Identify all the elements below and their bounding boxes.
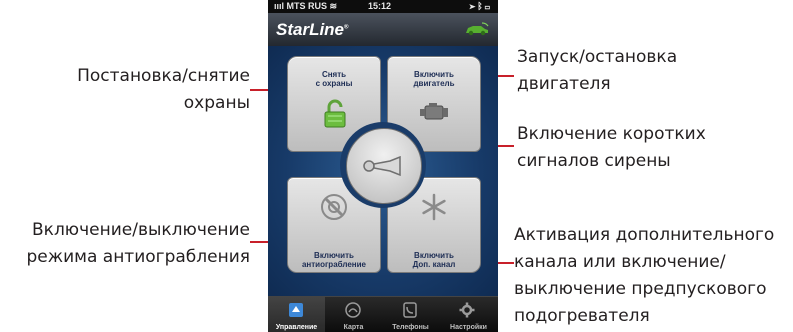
callout-engine: Запуск/остановка двигателя — [517, 47, 678, 94]
control-tab-icon — [289, 303, 303, 317]
status-icons: ➤ᛒ▭ — [470, 1, 492, 11]
engine-icon — [420, 103, 448, 120]
car-status-icon[interactable] — [464, 22, 490, 36]
horn-icon — [363, 156, 401, 176]
antirobbery-icon — [321, 194, 347, 220]
map-tab-icon — [345, 302, 361, 318]
starline-logo: StarLine® — [276, 20, 349, 39]
callout-siren: Включение коротких сигналов сирены — [517, 124, 706, 171]
phone-tab-icon — [403, 302, 417, 318]
app-header: StarLine® — [268, 13, 498, 47]
tab-settings[interactable]: Настройки — [439, 297, 498, 332]
tab-map-label: Карта — [343, 324, 364, 331]
siren-button[interactable] — [346, 128, 422, 204]
phone-screen: ıııl MTS RUS ≋ 15:12 ➤ᛒ▭ StarLine® Снять… — [268, 0, 498, 332]
callout-antirobbery: Включение/выключение режима антиограблен… — [26, 220, 250, 267]
wifi-icon: ≋ — [329, 1, 338, 11]
padlock-icon — [324, 99, 346, 128]
clock: 15:12 — [368, 1, 392, 11]
extra-channel-label: Включить Доп. канал — [412, 251, 456, 269]
tab-settings-label: Настройки — [450, 324, 487, 331]
carrier-label: MTS RUS — [286, 1, 328, 11]
bluetooth-icon: ᛒ — [477, 1, 485, 11]
callout-arm: Постановка/снятие охраны — [77, 66, 250, 113]
battery-icon: ▭ — [484, 1, 492, 11]
status-bar: ıııl MTS RUS ≋ 15:12 ➤ᛒ▭ — [268, 0, 498, 13]
snowflake-icon — [422, 193, 446, 221]
tab-phones-label: Телефоны — [392, 324, 429, 331]
tab-bar: Управление Карта Телефоны Настройки — [268, 296, 498, 332]
tab-control-label: Управление — [275, 324, 318, 331]
tab-control[interactable]: Управление — [268, 297, 325, 332]
tab-phones[interactable]: Телефоны — [382, 297, 439, 332]
engine-label: Включить двигатель — [413, 70, 455, 88]
disarm-label: Снять с охраны — [315, 70, 353, 88]
gear-icon — [459, 302, 475, 318]
signal-carrier: ıııl MTS RUS ≋ — [274, 1, 337, 12]
control-panel: Снять с охраны Включить двигатель Включи… — [268, 46, 498, 296]
callout-channel: Активация дополнительного канала или вкл… — [514, 225, 775, 326]
signal-icon: ıııl — [274, 1, 287, 11]
antirobbery-label: Включить антиограбление — [301, 251, 367, 269]
tab-map[interactable]: Карта — [325, 297, 382, 332]
